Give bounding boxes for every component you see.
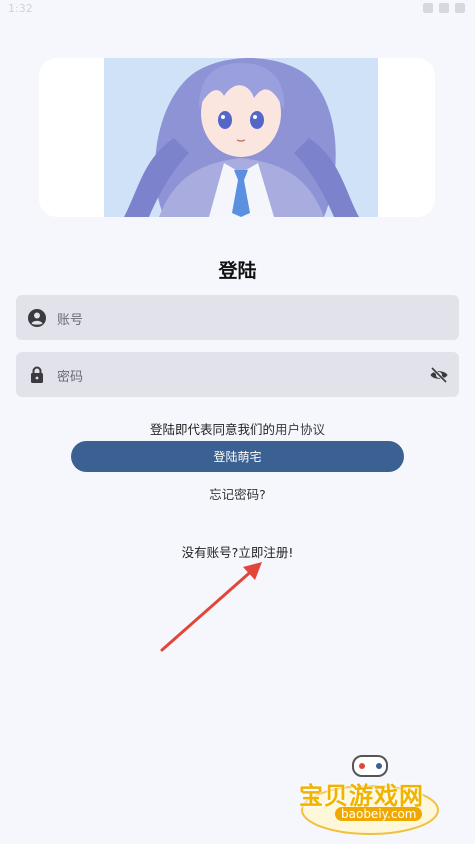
eye-off-icon[interactable]	[429, 365, 449, 385]
agreement-prefix: 登陆即代表同意我们的	[149, 422, 275, 437]
banner-image	[39, 58, 435, 217]
account-input-placeholder: 账号	[57, 313, 84, 328]
status-bar: 1:32	[0, 0, 475, 20]
account-field[interactable]: 账号	[16, 295, 459, 340]
user-agreement-link[interactable]: 用户协议	[275, 422, 325, 437]
watermark-url: baobeiy.com	[335, 807, 423, 821]
watermark-brand: 宝贝游戏网	[299, 782, 424, 810]
forgot-password-row: 忘记密码?	[0, 484, 475, 503]
login-button[interactable]: 登陆萌宅	[71, 441, 404, 472]
status-time: 1:32	[8, 2, 33, 15]
user-icon	[28, 309, 46, 327]
page-title: 登陆	[218, 260, 257, 282]
signal-icon	[439, 3, 449, 13]
anime-girl-illustration	[104, 58, 378, 217]
password-input-placeholder: 密码	[57, 370, 84, 385]
agreement-text: 登陆即代表同意我们的用户协议	[0, 419, 475, 438]
password-field[interactable]: 密码	[16, 352, 459, 397]
red-arrow-annotation	[160, 562, 262, 652]
battery-icon	[455, 3, 465, 13]
status-icons	[423, 3, 465, 13]
lock-icon	[31, 366, 43, 383]
forgot-password-link[interactable]: 忘记密码?	[209, 487, 266, 502]
watermark-logo: 宝贝游戏网 baobeiy.com	[295, 748, 445, 838]
wifi-icon	[423, 3, 433, 13]
